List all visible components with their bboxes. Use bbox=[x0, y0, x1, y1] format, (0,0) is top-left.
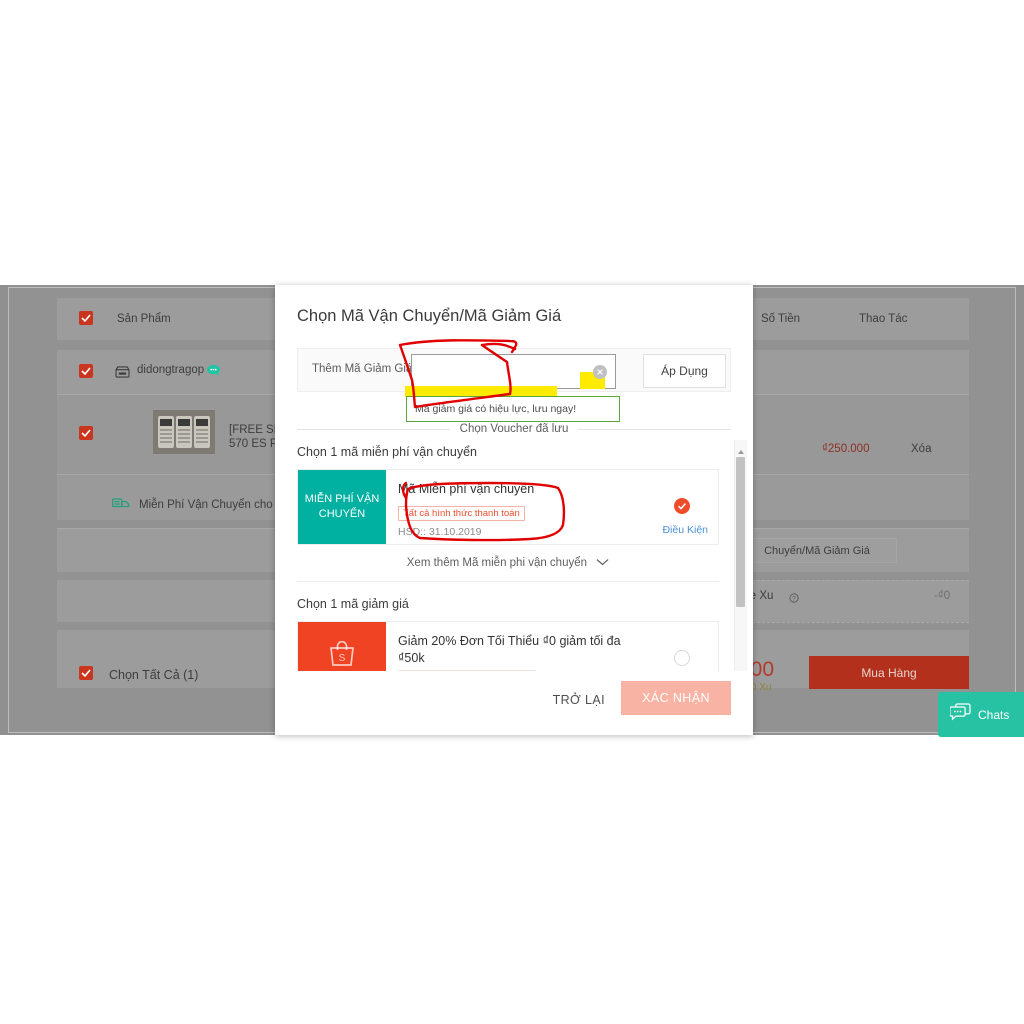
divider bbox=[737, 580, 969, 581]
discount-voucher-radio[interactable] bbox=[674, 650, 690, 666]
section-divider bbox=[297, 581, 719, 582]
shopee-coin-value: -₫0 bbox=[934, 590, 951, 602]
freeship-voucher-card[interactable]: MIỄN PHÍ VẬN CHUYỂN Mã Miễn phí vận chuy… bbox=[297, 469, 719, 545]
saved-voucher-divider: Chọn Voucher đã lưu bbox=[297, 419, 731, 439]
voucher-code-field[interactable] bbox=[411, 354, 616, 390]
screenshot-canvas: Sản Phẩm Số Tiền Thao Tác didongtragop [… bbox=[0, 0, 1024, 1024]
shopee-bag-icon: S bbox=[327, 639, 357, 667]
freeship-voucher-title: Mã Miễn phí vận chuyển bbox=[398, 482, 535, 496]
apply-code-button[interactable]: Áp Dụng bbox=[643, 354, 726, 388]
modal-scrollbar-thumb[interactable] bbox=[736, 457, 745, 607]
svg-text:?: ? bbox=[792, 595, 796, 602]
truck-icon bbox=[112, 496, 130, 510]
voucher-scroll-area[interactable]: Chọn 1 mã miễn phí vận chuyển MIỄN PHÍ V… bbox=[297, 445, 731, 694]
help-icon[interactable]: ? bbox=[789, 590, 799, 608]
header-checkbox[interactable] bbox=[79, 311, 93, 325]
col-amount-label: Số Tiền bbox=[761, 313, 800, 325]
buy-button[interactable]: Mua Hàng bbox=[809, 656, 969, 689]
voucher-modal: Chọn Mã Vận Chuyển/Mã Giảm Giá Thêm Mã G… bbox=[275, 285, 753, 735]
freeship-voucher-radio-selected[interactable] bbox=[674, 498, 690, 514]
scroll-up-arrow-icon[interactable] bbox=[737, 443, 745, 454]
discount-voucher-title: Giảm 20% Đơn Tối Thiểu ₫0 giảm tối đa ₫5… bbox=[398, 634, 621, 665]
divider-line-left bbox=[297, 428, 450, 430]
shop-checkbox[interactable] bbox=[79, 364, 93, 378]
saved-voucher-divider-label: Chọn Voucher đã lưu bbox=[459, 423, 569, 435]
svg-text:S: S bbox=[339, 653, 346, 664]
chats-widget[interactable]: Chats bbox=[938, 692, 1024, 737]
col-product-label: Sản Phẩm bbox=[117, 313, 171, 325]
product-price: ₫250.000 bbox=[822, 443, 870, 455]
add-code-label: Thêm Mã Giảm Giá bbox=[312, 363, 413, 375]
discount-section-title: Chọn 1 mã giảm giá bbox=[297, 597, 409, 611]
modal-footer: TRỞ LẠI XÁC NHẬN bbox=[275, 671, 753, 735]
select-all-checkbox[interactable] bbox=[79, 666, 93, 680]
chat-icon bbox=[949, 703, 971, 726]
modal-title: Chọn Mã Vận Chuyển/Mã Giảm Giá bbox=[297, 307, 562, 325]
delete-item-button[interactable]: Xóa bbox=[911, 443, 931, 455]
back-button[interactable]: TRỞ LẠI bbox=[553, 693, 605, 707]
clear-icon[interactable] bbox=[593, 365, 607, 379]
col-action-label: Thao Tác bbox=[859, 313, 908, 325]
product-thumbnail[interactable] bbox=[153, 410, 215, 454]
freeship-badge: MIỄN PHÍ VẬN CHUYỂN bbox=[298, 470, 386, 544]
freeship-voucher-tag: Tất cả hình thức thanh toán bbox=[398, 506, 525, 521]
shop-chat-icon[interactable] bbox=[206, 364, 221, 377]
divider-line-right bbox=[578, 428, 731, 430]
select-all-label[interactable]: Chọn Tất Cả (1) bbox=[109, 668, 198, 682]
voucher-code-input[interactable] bbox=[420, 355, 584, 390]
divider bbox=[737, 622, 969, 623]
product-checkbox[interactable] bbox=[79, 426, 93, 440]
chevron-down-icon bbox=[596, 557, 609, 569]
shop-name[interactable]: didongtragop bbox=[137, 364, 204, 376]
store-icon bbox=[115, 365, 130, 378]
voucher-hint-text: Mã giảm giá có hiệu lực, lưu ngay! bbox=[415, 403, 577, 415]
freeship-section-title: Chọn 1 mã miễn phí vận chuyển bbox=[297, 445, 477, 459]
confirm-button[interactable]: XÁC NHẬN bbox=[621, 681, 731, 715]
see-more-freeship[interactable]: Xem thêm Mã miễn phi vận chuyển bbox=[297, 557, 719, 569]
see-more-freeship-label: Xem thêm Mã miễn phi vận chuyển bbox=[406, 557, 588, 569]
freeship-voucher-expiry: HSD:: 31.10.2019 bbox=[398, 526, 482, 538]
freeship-voucher-conditions-link[interactable]: Điều Kiện bbox=[662, 524, 708, 536]
chats-label: Chats bbox=[978, 707, 1010, 722]
choose-voucher-button[interactable]: Chuyển/Mã Giảm Giá bbox=[737, 538, 897, 563]
